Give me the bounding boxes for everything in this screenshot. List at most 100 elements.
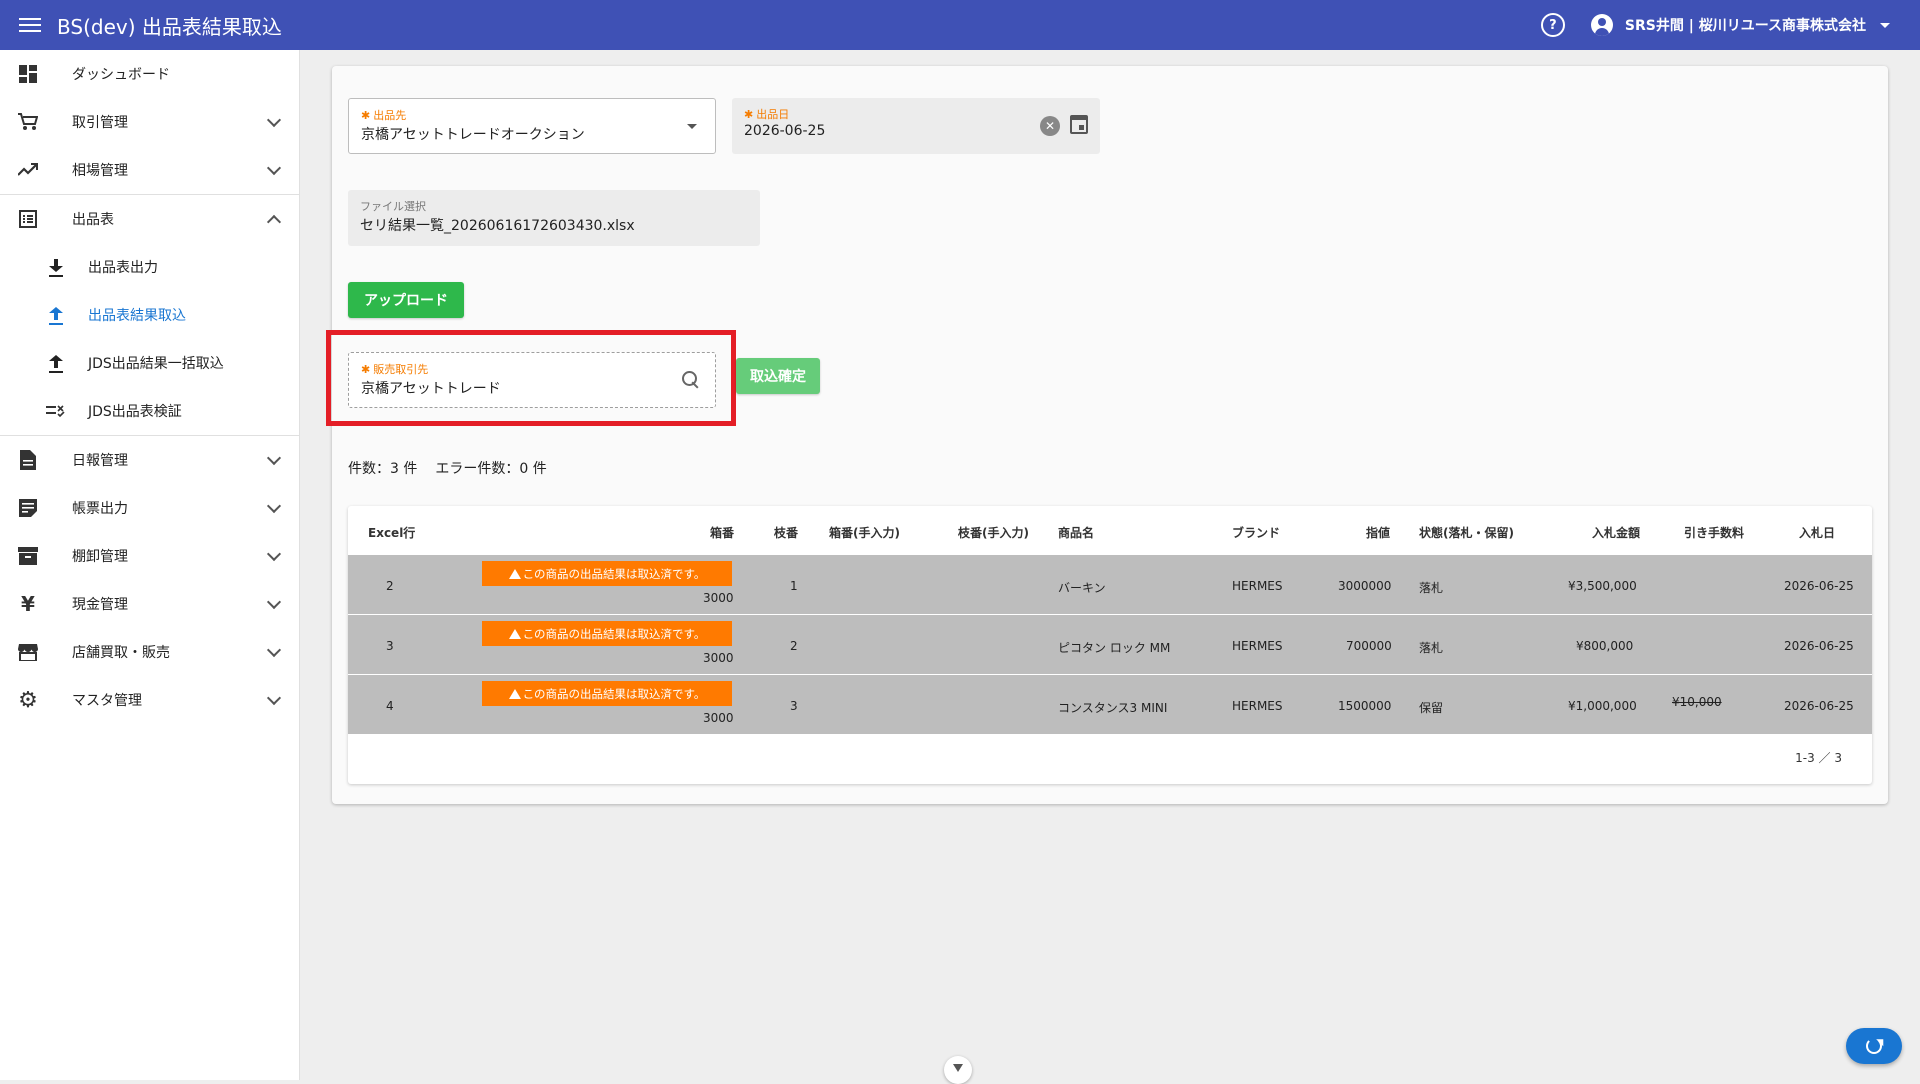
sidebar-item-label: 店舗買取・販売 — [72, 645, 170, 661]
upload-icon — [44, 303, 68, 327]
table-row[interactable]: 3 この商品の出品結果は取込済です。 3000 2 ピコタン ロック MM HE… — [348, 614, 1872, 674]
list-icon — [16, 207, 40, 231]
sidebar-item-label: 現金管理 — [72, 597, 128, 613]
table-row[interactable]: 2 この商品の出品結果は取込済です。 3000 1 バーキン HERMES 30… — [348, 554, 1872, 614]
cell-hako: 3000 — [703, 591, 734, 605]
file-select-value: セリ結果一覧_20260616172603430.xlsx — [360, 218, 635, 234]
shuppinsaki-value: 京橋アセットトレードオークション — [361, 127, 585, 143]
shuppinbi-date-field[interactable]: ✱ 出品日 2026-06-25 ✕ — [732, 98, 1100, 154]
file-select-label: ファイル選択 — [360, 200, 426, 213]
col-sashine[interactable]: 指値 — [1366, 524, 1390, 541]
shuppinsaki-label: ✱ 出品先 — [361, 109, 407, 122]
refresh-icon — [1866, 1038, 1882, 1054]
col-brand[interactable]: ブランド — [1232, 524, 1280, 541]
sidebar-item-label: 出品表出力 — [88, 260, 158, 276]
sidebar-item-torihiki[interactable]: 取引管理 — [0, 98, 299, 146]
sidebar-item-label: マスタ管理 — [72, 693, 142, 709]
cell-sashine: 3000000 — [1338, 579, 1392, 593]
col-hako[interactable]: 箱番 — [710, 524, 734, 541]
col-eda[interactable]: 枝番 — [774, 524, 798, 541]
cell-sashine: 1500000 — [1338, 699, 1392, 713]
sidebar-item-tanaoroshi[interactable]: 棚卸管理 — [0, 532, 299, 580]
results-table: Excel行 箱番 枝番 箱番(手入力) 枝番(手入力) 商品名 ブランド 指値… — [348, 506, 1872, 784]
archive-icon — [16, 544, 40, 568]
user-menu-caret-icon[interactable] — [1880, 22, 1890, 28]
sidebar-subitem-shuppinhyo-output[interactable]: 出品表出力 — [0, 243, 299, 291]
sidebar-item-label: 出品表結果取込 — [88, 308, 186, 324]
col-excel-row[interactable]: Excel行 — [368, 524, 415, 541]
help-icon[interactable]: ? — [1540, 13, 1565, 37]
col-fee[interactable]: 引き手数料 — [1684, 524, 1744, 541]
table-row[interactable]: 4 この商品の出品結果は取込済です。 3000 3 コンスタンス3 MINI H… — [348, 674, 1872, 734]
sidebar-item-label: 取引管理 — [72, 115, 128, 131]
menu-icon[interactable] — [10, 5, 50, 45]
col-hako-manual[interactable]: 箱番(手入力) — [829, 524, 900, 541]
sidebar-item-dashboard[interactable]: ダッシュボード — [0, 50, 299, 98]
cell-eda: 1 — [790, 579, 798, 593]
chevron-down-icon — [266, 594, 282, 610]
sidebar-subitem-jds-bulk-import[interactable]: JDS出品結果一括取込 — [0, 339, 299, 387]
col-product-name[interactable]: 商品名 — [1058, 524, 1094, 541]
sidebar-subitem-shuppinhyo-result-import[interactable]: 出品表結果取込 — [0, 291, 299, 339]
cell-bid-amount: ¥1,000,000 — [1568, 699, 1637, 713]
app-bar: BS(dev) 出品表結果取込 ? SRS井間 | 桜川リユース商事株式会社 — [0, 0, 1920, 50]
error-count: エラー件数：0 件 — [435, 461, 547, 477]
upload-button[interactable]: アップロード — [348, 282, 464, 318]
sidebar: ダッシュボード 取引管理 相場管理 出品表 出品表出力 出品表結果取込 JDS出… — [0, 50, 300, 1080]
cell-hako: 3000 — [703, 711, 734, 725]
account-icon[interactable] — [1590, 14, 1613, 36]
sidebar-item-nippou[interactable]: 日報管理 — [0, 436, 299, 484]
search-icon[interactable] — [681, 370, 701, 390]
sidebar-item-label: 棚卸管理 — [72, 549, 128, 565]
cell-sashine: 700000 — [1346, 639, 1392, 653]
sidebar-item-master[interactable]: ⚙ マスタ管理 — [0, 676, 299, 724]
sidebar-item-chouhyou[interactable]: 帳票出力 — [0, 484, 299, 532]
total-count: 件数：3 件 — [348, 461, 418, 477]
sidebar-item-label: JDS出品表検証 — [88, 404, 182, 420]
pagination: 1-3 ／ 3 — [1795, 751, 1842, 765]
upload-icon — [44, 351, 68, 375]
user-name[interactable]: SRS井間 | 桜川リユース商事株式会社 — [1625, 15, 1866, 35]
cell-status: 落札 — [1419, 581, 1444, 595]
hanbai-torihikisaki-label: ✱ 販売取引先 — [361, 363, 429, 376]
sidebar-item-genkin[interactable]: ¥ 現金管理 — [0, 580, 299, 628]
cell-bid-date: 2026-06-25 — [1784, 699, 1854, 713]
sidebar-item-shuppinhyo[interactable]: 出品表 — [0, 195, 299, 243]
shuppinbi-value: 2026-06-25 — [744, 123, 826, 139]
shuppinsaki-select[interactable]: ✱ 出品先 京橋アセットトレードオークション — [348, 98, 716, 154]
dashboard-icon — [16, 62, 40, 86]
cell-eda: 2 — [790, 639, 798, 653]
document-icon — [16, 448, 40, 472]
sidebar-subitem-jds-verify[interactable]: JDS出品表検証 — [0, 387, 299, 435]
cell-bid-date: 2026-06-25 — [1784, 639, 1854, 653]
col-status[interactable]: 状態(落札・保留) — [1419, 524, 1514, 541]
chevron-down-icon — [266, 450, 282, 466]
refresh-button[interactable] — [1846, 1028, 1902, 1064]
cell-excel-row: 2 — [386, 579, 394, 593]
main-content: ✱ 出品先 京橋アセットトレードオークション ✱ 出品日 2026-06-25 ✕ … — [300, 50, 1920, 1084]
hanbai-torihikisaki-field[interactable]: ✱ 販売取引先 京橋アセットトレード — [348, 352, 716, 408]
cell-product-name: ピコタン ロック MM — [1058, 641, 1171, 655]
cell-brand: HERMES — [1232, 699, 1283, 713]
record-counts: 件数：3 件 エラー件数：0 件 — [348, 458, 565, 478]
chevron-down-icon — [266, 160, 282, 176]
warning-icon — [508, 568, 521, 579]
sidebar-item-souba[interactable]: 相場管理 — [0, 146, 299, 194]
cell-excel-row: 4 — [386, 699, 394, 713]
calendar-icon[interactable] — [1070, 115, 1088, 134]
warning-icon — [508, 628, 521, 639]
confirm-import-button[interactable]: 取込確定 — [736, 358, 820, 394]
chevron-down-icon — [266, 112, 282, 128]
cell-bid-date: 2026-06-25 — [1784, 579, 1854, 593]
warning-icon — [508, 688, 521, 699]
col-eda-manual[interactable]: 枝番(手入力) — [958, 524, 1029, 541]
page-title: BS(dev) 出品表結果取込 — [57, 14, 282, 39]
col-bid-amount[interactable]: 入札金額 — [1592, 524, 1640, 541]
file-select-field[interactable]: ファイル選択 セリ結果一覧_20260616172603430.xlsx — [348, 190, 760, 246]
col-bid-date[interactable]: 入札日 — [1799, 524, 1835, 541]
clear-icon[interactable]: ✕ — [1040, 116, 1060, 136]
sidebar-item-label: JDS出品結果一括取込 — [88, 356, 224, 372]
cell-brand: HERMES — [1232, 579, 1283, 593]
sidebar-item-label: ダッシュボード — [72, 67, 170, 83]
sidebar-item-tenpo[interactable]: 店舗買取・販売 — [0, 628, 299, 676]
